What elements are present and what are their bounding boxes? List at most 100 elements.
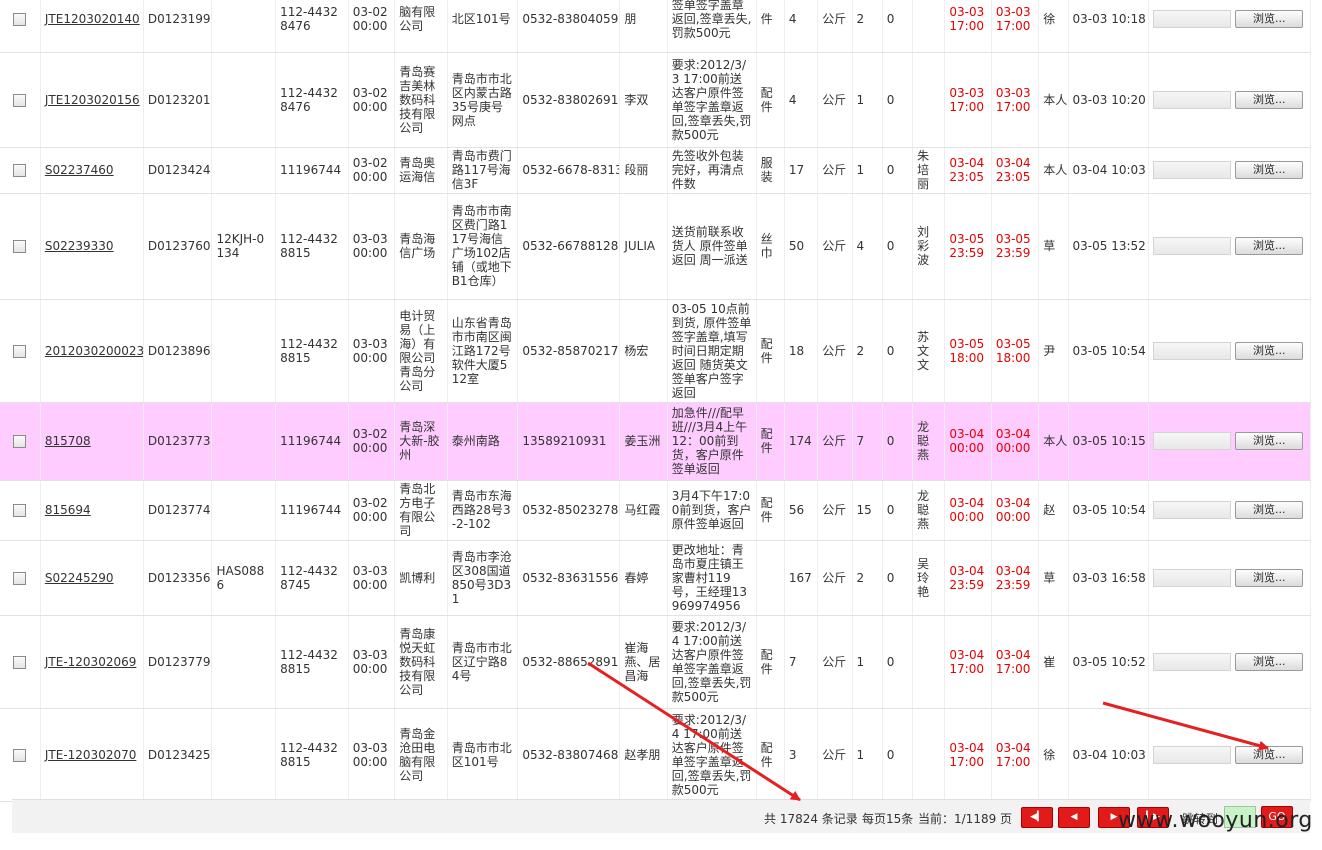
contact-name: 段丽 — [619, 147, 668, 194]
row-checkbox[interactable] — [13, 93, 27, 107]
attachment-cell: 浏览... — [1148, 52, 1311, 148]
operator: 尹 — [1038, 299, 1069, 403]
prev-page-button[interactable]: ◀ — [1058, 807, 1090, 828]
file-path-input[interactable] — [1153, 432, 1232, 450]
order-cell: 815694 — [40, 480, 144, 541]
file-path-input[interactable] — [1153, 652, 1232, 671]
browse-button[interactable]: 浏览... — [1235, 341, 1304, 360]
extra-count: 0 — [882, 402, 914, 481]
contact-name: 崔海燕、居昌海 — [619, 615, 668, 709]
file-path-input[interactable] — [1153, 341, 1232, 360]
prev-page-icon: ◀ — [1070, 812, 1078, 822]
row-checkbox[interactable] — [13, 344, 27, 358]
contact-name: 春婷 — [619, 540, 668, 616]
row-checkbox[interactable] — [13, 164, 27, 177]
browse-button[interactable]: 浏览... — [1235, 161, 1304, 179]
deadline-time: 03-05 23:59 — [944, 193, 992, 300]
order-number: D0123424 — [143, 147, 213, 194]
row-checkbox[interactable] — [13, 240, 27, 253]
browse-button[interactable]: 浏览... — [1235, 568, 1304, 587]
browse-button[interactable]: 浏览... — [1235, 652, 1304, 671]
row-checkbox[interactable] — [13, 655, 27, 669]
due-time: 03-03 17:00 — [991, 52, 1040, 148]
order-link[interactable]: 815694 — [45, 503, 91, 517]
browse-button[interactable]: 浏览... — [1235, 9, 1304, 28]
order-link[interactable]: S02245290 — [45, 571, 114, 585]
company-name: 青岛赛吉美林数码科技有限公司 — [394, 52, 448, 148]
order-link[interactable]: JTE1203020156 — [45, 93, 140, 107]
order-link[interactable]: S02237460 — [45, 163, 114, 177]
file-path-input[interactable] — [1153, 90, 1232, 109]
phone-number: 0532-6678-8313 — [517, 147, 621, 194]
checkbox-cell — [0, 52, 41, 148]
order-link[interactable]: 815708 — [45, 434, 91, 448]
attachment-cell: 浏览... — [1148, 615, 1311, 709]
order-link[interactable]: JTE-120302069 — [45, 655, 137, 669]
pickup-date: 03-03 00:00 — [348, 615, 396, 709]
table-row: JTE-120302070 D0123425 112-44328815 03-03 0… — [0, 708, 1311, 802]
company-name: 电计贸易（上海）有限公司青岛分公司 — [394, 299, 448, 403]
order-link[interactable]: S02239330 — [45, 239, 114, 253]
browse-button[interactable]: 浏览... — [1235, 745, 1304, 764]
order-link[interactable]: JTE1203020140 — [45, 12, 140, 26]
order-link[interactable]: 2012030200023 — [45, 344, 142, 358]
shipment-table: JTE1203020140 D0123199 112-44328476 03-02 0… — [0, 0, 1311, 802]
account-number: 112-44328476 — [275, 52, 349, 148]
table-row: JTE1203020156 D0123201 112-44328476 03-02 0… — [0, 52, 1311, 148]
handler-name: 刘彩波 — [912, 193, 946, 300]
row-checkbox[interactable] — [13, 435, 27, 448]
order-cell: JTE-120302069 — [40, 615, 144, 709]
order-cell: 2012030200023 — [40, 299, 144, 403]
file-upload: 浏览... — [1153, 341, 1306, 360]
company-name: 青岛金沧田电脑有限公司 — [394, 708, 448, 802]
browse-button[interactable]: 浏览... — [1235, 501, 1304, 519]
order-link[interactable]: JTE-120302070 — [45, 748, 137, 762]
file-path-input[interactable] — [1153, 501, 1232, 519]
file-path-input[interactable] — [1153, 745, 1232, 764]
customer-code — [211, 615, 277, 709]
customer-code: 12KJH-0134 — [211, 193, 277, 300]
pickup-date: 03-03 00:00 — [348, 708, 396, 802]
row-checkbox[interactable] — [13, 504, 27, 517]
checkbox-cell — [0, 480, 41, 541]
file-path-input[interactable] — [1153, 9, 1232, 28]
customer-code — [211, 0, 277, 53]
operator: 崔 — [1038, 615, 1069, 709]
account-number: 11196744 — [275, 480, 349, 541]
due-time: 03-04 23:05 — [991, 147, 1040, 194]
weight-unit: 公斤 — [817, 480, 853, 541]
delivery-address: 泰州南路 — [447, 402, 519, 481]
due-time: 03-03 17:00 — [991, 0, 1040, 53]
shipment-list: JTE1203020140 D0123199 112-44328476 03-02 0… — [0, 0, 1322, 850]
browse-button[interactable]: 浏览... — [1235, 90, 1304, 109]
delivery-address: 青岛市市北区101号 — [447, 708, 519, 802]
file-path-input[interactable] — [1153, 568, 1232, 587]
row-checkbox[interactable] — [13, 12, 27, 26]
pickup-date: 03-02 00:00 — [348, 480, 396, 541]
browse-button[interactable]: 浏览... — [1235, 237, 1304, 255]
checkbox-cell — [0, 540, 41, 616]
delivery-remark: 先签收外包装完好，再清点件数 — [667, 147, 757, 194]
first-page-button[interactable]: ◀▎ — [1021, 807, 1053, 828]
quantity: 3 — [784, 708, 819, 802]
due-time: 03-04 23:59 — [991, 540, 1040, 616]
piece-count: 1 — [852, 708, 883, 802]
operator: 赵 — [1038, 480, 1069, 541]
file-path-input[interactable] — [1153, 237, 1232, 255]
attachment-cell: 浏览... — [1148, 402, 1311, 481]
delivery-remark: 签单签字盖章返回,签章丢失,罚款500元 — [667, 0, 757, 53]
account-number: 112-44328815 — [275, 299, 349, 403]
row-checkbox[interactable] — [13, 748, 27, 762]
file-upload: 浏览... — [1153, 90, 1306, 109]
row-checkbox[interactable] — [13, 571, 27, 585]
extra-count: 0 — [882, 193, 914, 300]
table-row: S02245290 D0123356 HAS0886 112-44328745 03-0… — [0, 540, 1311, 616]
due-time: 03-05 23:59 — [991, 193, 1040, 300]
browse-button[interactable]: 浏览... — [1235, 432, 1304, 450]
company-name: 青岛海信广场 — [394, 193, 448, 300]
attachment-cell: 浏览... — [1148, 480, 1311, 541]
handler-name: 吴玲艳 — [912, 540, 946, 616]
handler-name: 朱培丽 — [912, 147, 946, 194]
account-number: 112-44328745 — [275, 540, 349, 616]
file-path-input[interactable] — [1153, 161, 1232, 179]
